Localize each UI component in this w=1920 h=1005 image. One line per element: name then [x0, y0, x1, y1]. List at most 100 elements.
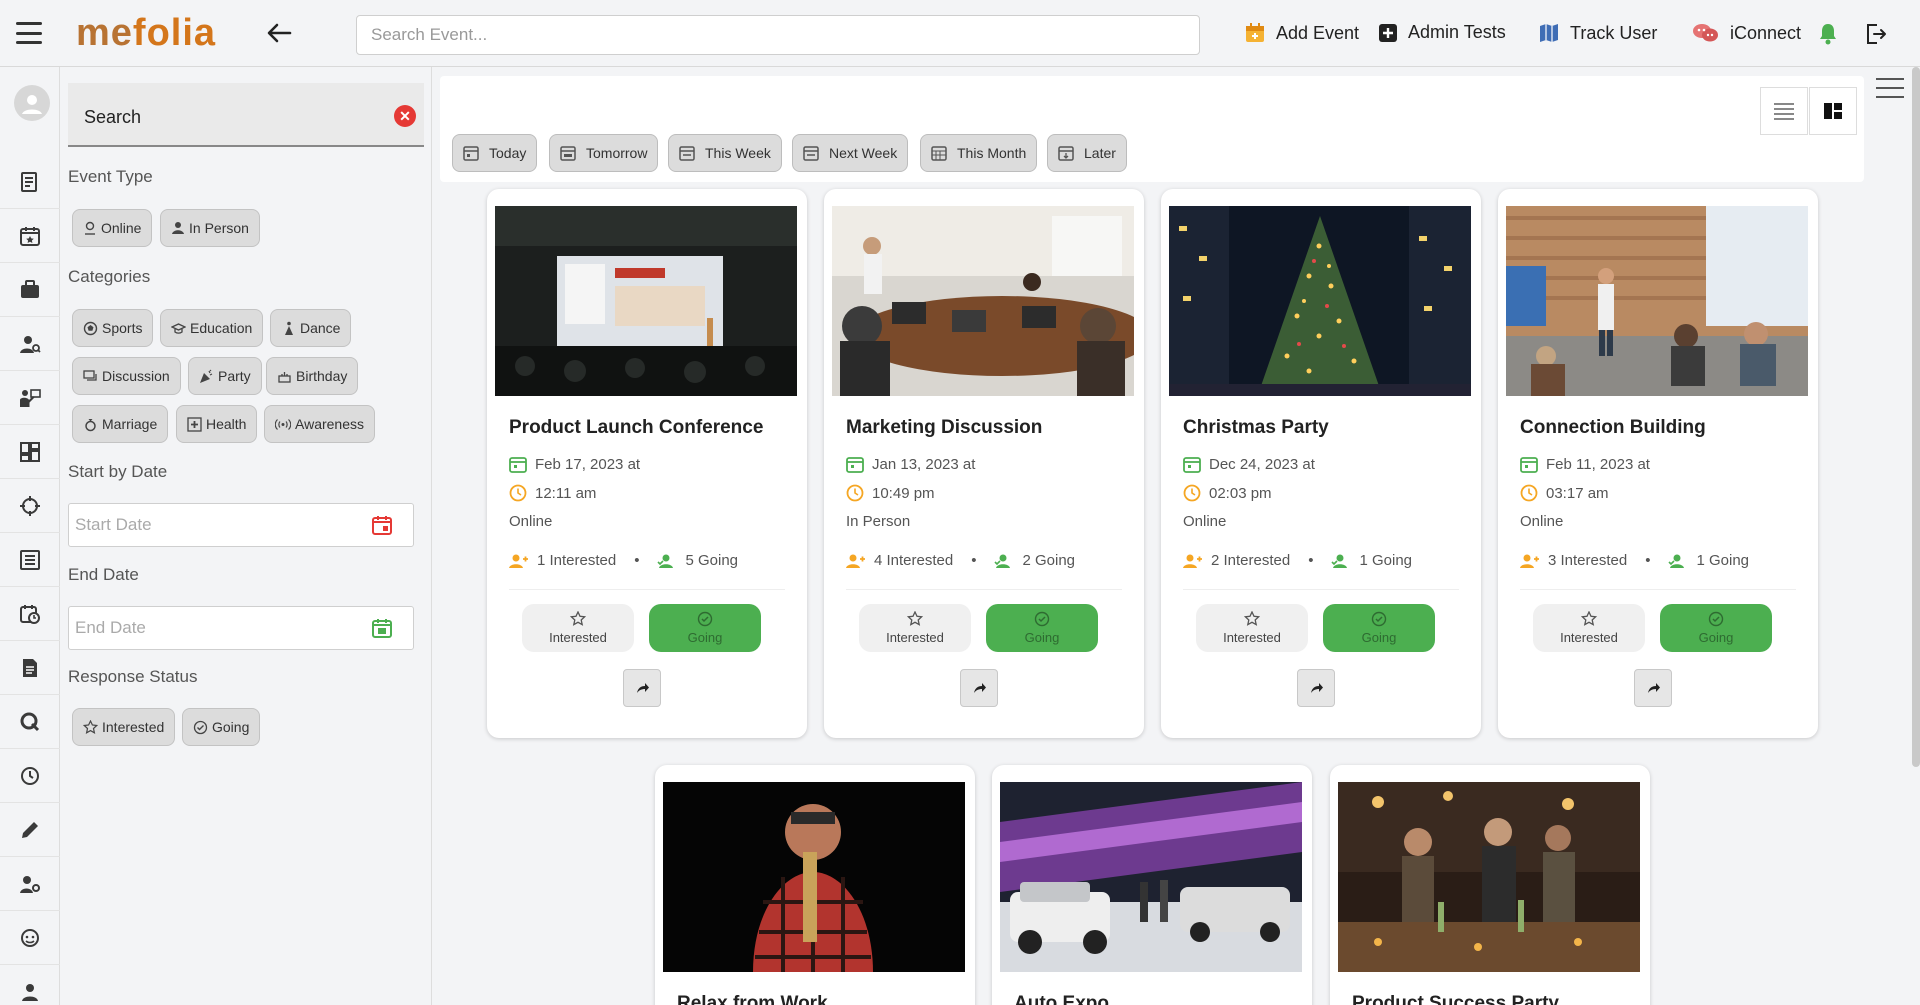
- dance-icon: [285, 321, 293, 335]
- start-date-field[interactable]: [68, 503, 414, 547]
- calendar-red-icon[interactable]: [371, 514, 393, 536]
- rail-pencil-icon[interactable]: [0, 803, 60, 857]
- search-input[interactable]: [356, 15, 1200, 55]
- chip-sports[interactable]: Sports: [72, 309, 154, 347]
- rail-profile-icon[interactable]: [0, 965, 60, 1005]
- chip-party[interactable]: Party: [188, 357, 262, 395]
- graduation-cap-icon: [171, 322, 186, 334]
- event-title[interactable]: Connection Building: [1520, 417, 1706, 439]
- end-date-input[interactable]: [69, 607, 359, 649]
- chip-online[interactable]: Online: [72, 209, 153, 247]
- event-card[interactable]: Christmas Party Dec 24, 2023 at 02:03 pm…: [1161, 189, 1481, 738]
- rail-briefcase-icon[interactable]: [0, 263, 60, 317]
- interested-button[interactable]: Interested: [1196, 604, 1308, 652]
- event-card[interactable]: Product Launch Conference Feb 17, 2023 a…: [487, 189, 807, 738]
- chip-awareness[interactable]: Awareness: [264, 405, 376, 443]
- chip-health[interactable]: Health: [176, 405, 258, 443]
- date-filter-this-month[interactable]: This Month: [920, 134, 1038, 172]
- chip-marriage[interactable]: Marriage: [72, 405, 169, 443]
- going-count: 1 Going: [1359, 552, 1413, 569]
- event-title[interactable]: Product Launch Conference: [509, 417, 763, 439]
- event-title[interactable]: Relax from Work: [677, 993, 828, 1005]
- rail-calendar-clock-icon[interactable]: [0, 587, 60, 641]
- event-date: Jan 13, 2023 at: [872, 455, 976, 473]
- event-image-auto-expo[interactable]: [1000, 782, 1302, 972]
- rail-user-settings-icon[interactable]: [0, 857, 60, 911]
- brand-logo[interactable]: mefolia: [76, 12, 216, 55]
- date-filter-next-week[interactable]: Next Week: [792, 134, 909, 172]
- share-button[interactable]: [623, 669, 661, 707]
- chip-interested[interactable]: Interested: [72, 708, 176, 746]
- logout-icon[interactable]: [1862, 20, 1890, 48]
- share-button[interactable]: [960, 669, 998, 707]
- end-date-field[interactable]: [68, 606, 414, 650]
- date-filter-this-week[interactable]: This Week: [668, 134, 782, 172]
- rail-list-icon[interactable]: [0, 533, 60, 587]
- rail-dashboard-icon[interactable]: [0, 425, 60, 479]
- interested-button[interactable]: Interested: [522, 604, 634, 652]
- clear-search-icon[interactable]: ✕: [394, 105, 416, 127]
- rail-target-icon[interactable]: [0, 479, 60, 533]
- date-filter-tomorrow[interactable]: Tomorrow: [549, 134, 659, 172]
- track-user-button[interactable]: Track User: [1538, 22, 1657, 44]
- calendar-icon: [463, 146, 479, 161]
- going-button[interactable]: Going: [986, 604, 1098, 652]
- event-date-row: Jan 13, 2023 at: [846, 455, 975, 473]
- event-card[interactable]: Marketing Discussion Jan 13, 2023 at 10:…: [824, 189, 1144, 738]
- filter-search-field[interactable]: Search ✕: [68, 83, 424, 147]
- iconnect-button[interactable]: iConnect: [1692, 22, 1801, 44]
- rail-user-search-icon[interactable]: [0, 317, 60, 371]
- interested-button[interactable]: Interested: [1533, 604, 1645, 652]
- share-button[interactable]: [1634, 669, 1672, 707]
- going-button[interactable]: Going: [649, 604, 761, 652]
- list-view-icon[interactable]: [1760, 87, 1808, 135]
- event-title[interactable]: Christmas Party: [1183, 417, 1329, 439]
- avatar[interactable]: [14, 85, 50, 121]
- event-image-party[interactable]: [1338, 782, 1640, 972]
- menu-icon[interactable]: [16, 22, 42, 44]
- notification-bell-icon[interactable]: [1814, 20, 1842, 48]
- event-image-singer[interactable]: [663, 782, 965, 972]
- event-title[interactable]: Auto Expo: [1014, 993, 1109, 1005]
- event-card[interactable]: Product Success Party: [1330, 765, 1650, 1005]
- rail-notes-icon[interactable]: [0, 155, 60, 209]
- rail-events-icon[interactable]: [0, 209, 60, 263]
- rail-quiz-icon[interactable]: [0, 695, 60, 749]
- share-button[interactable]: [1297, 669, 1335, 707]
- start-date-input[interactable]: [69, 504, 359, 546]
- rail-teacher-icon[interactable]: [0, 371, 60, 425]
- page-scrollbar[interactable]: [1912, 67, 1920, 767]
- chip-going[interactable]: Going: [182, 708, 261, 746]
- chip-discussion[interactable]: Discussion: [72, 357, 181, 395]
- rail-face-icon[interactable]: [0, 911, 60, 965]
- back-arrow-icon[interactable]: [262, 16, 296, 50]
- categories-heading: Categories: [68, 267, 151, 286]
- rail-document-icon[interactable]: [0, 641, 60, 695]
- admin-tests-button[interactable]: Admin Tests: [1378, 22, 1506, 43]
- right-panel-menu-icon[interactable]: [1876, 78, 1904, 98]
- interested-button[interactable]: Interested: [859, 604, 971, 652]
- event-image-conference[interactable]: [495, 206, 797, 396]
- chip-birthday[interactable]: Birthday: [266, 357, 359, 395]
- check-circle-icon: [1371, 611, 1387, 627]
- going-button[interactable]: Going: [1323, 604, 1435, 652]
- chip-in-person[interactable]: In Person: [160, 209, 260, 247]
- event-image-office-talk[interactable]: [1506, 206, 1808, 396]
- grid-view-icon[interactable]: [1809, 87, 1857, 135]
- add-event-button[interactable]: Add Event: [1244, 22, 1359, 44]
- event-card[interactable]: Connection Building Feb 11, 2023 at 03:1…: [1498, 189, 1818, 738]
- date-filter-later[interactable]: Later: [1047, 134, 1127, 172]
- rail-history-icon[interactable]: [0, 749, 60, 803]
- left-nav-rail: [0, 67, 60, 1005]
- chip-education[interactable]: Education: [160, 309, 264, 347]
- chip-dance[interactable]: Dance: [270, 309, 352, 347]
- date-filter-today[interactable]: Today: [452, 134, 538, 172]
- event-image-meeting[interactable]: [832, 206, 1134, 396]
- event-title[interactable]: Marketing Discussion: [846, 417, 1042, 439]
- event-title[interactable]: Product Success Party: [1352, 993, 1559, 1005]
- event-image-christmas-tree[interactable]: [1169, 206, 1471, 396]
- calendar-green-icon[interactable]: [371, 617, 393, 639]
- event-card[interactable]: Auto Expo: [992, 765, 1312, 1005]
- event-card[interactable]: Relax from Work: [655, 765, 975, 1005]
- going-button[interactable]: Going: [1660, 604, 1772, 652]
